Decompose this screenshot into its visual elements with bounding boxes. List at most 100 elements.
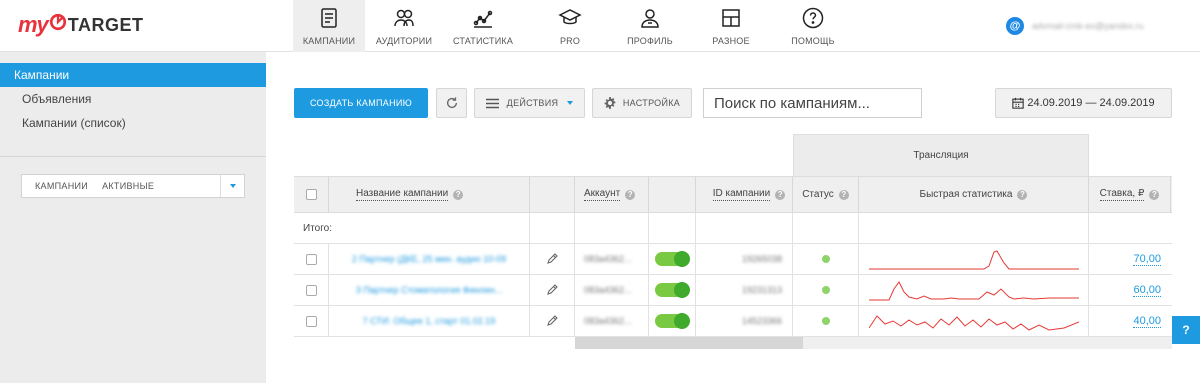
header-id-label: ID кампании — [712, 188, 771, 201]
row-select-cell — [294, 306, 329, 336]
table-row[interactable]: 7 СТИ: Общее 1, старт 01.02.19 083a4362.… — [294, 306, 1172, 337]
header-account[interactable]: Аккаунт? — [575, 177, 649, 212]
account-menu[interactable]: @ advmail-cmk-ex@yandex.ru — [1006, 17, 1144, 35]
totals-row: Итого: — [294, 213, 1172, 244]
nav-campaigns[interactable]: КАМПАНИИ — [293, 0, 365, 52]
totals-label: Итого: — [303, 222, 332, 234]
toggle-cell — [649, 306, 696, 336]
help-icon[interactable]: ? — [838, 189, 849, 200]
quick-stats-cell — [859, 275, 1089, 305]
broadcast-group-label: Трансляция — [913, 150, 969, 161]
calendar-icon — [1012, 97, 1025, 109]
table-row[interactable]: 3 Партнер Стоматология Финлин... 083a436… — [294, 275, 1172, 306]
nav-pro[interactable]: PRO — [531, 0, 609, 52]
pencil-icon[interactable] — [546, 315, 558, 327]
actions-label: ДЕЙСТВИЯ — [506, 98, 559, 108]
profile-icon — [641, 9, 659, 28]
help-icon[interactable]: ? — [453, 189, 464, 200]
header-rate[interactable]: Ставка, ₽? — [1089, 177, 1171, 212]
nav-statistics[interactable]: СТАТИСТИКА — [443, 0, 523, 52]
nav-audiences-label: АУДИТОРИИ — [375, 36, 433, 46]
date-range-picker[interactable]: 24.09.2019 — 24.09.2019 — [995, 88, 1172, 118]
nav-misc[interactable]: РАЗНОЕ — [691, 0, 771, 52]
gear-icon — [604, 97, 616, 109]
help-floating-button[interactable]: ? — [1172, 316, 1200, 344]
nav-profile[interactable]: ПРОФИЛЬ — [609, 0, 691, 52]
pencil-icon[interactable] — [546, 253, 558, 265]
campaign-name-cell: 7 СТИ: Общее 1, старт 01.02.19 — [329, 306, 530, 336]
refresh-button[interactable] — [436, 88, 467, 118]
main-nav: КАМПАНИИ АУДИТОРИИ СТАТИСТИКА PRO ПРОФИЛ… — [293, 0, 855, 52]
header-rate-label: Ставка, ₽ — [1099, 188, 1145, 201]
settings-button[interactable]: НАСТРОЙКА — [592, 88, 692, 118]
settings-label: НАСТРОЙКА — [622, 98, 681, 108]
header-toggle — [649, 177, 696, 212]
rate-value[interactable]: 70,00 — [1133, 253, 1161, 266]
help-icon[interactable]: ? — [775, 189, 786, 200]
campaign-active-toggle[interactable] — [655, 313, 690, 329]
totals-empty-cell — [530, 213, 575, 243]
row-checkbox[interactable] — [305, 315, 317, 327]
header-status: Статус? — [793, 177, 859, 212]
sparkline-chart[interactable] — [868, 277, 1079, 303]
totals-empty-cell — [649, 213, 696, 243]
campaign-name-cell: 3 Партнер Стоматология Финлин... — [329, 275, 530, 305]
sidebar-item-ads[interactable]: Объявления — [0, 87, 266, 111]
totals-empty-cell — [793, 213, 859, 243]
nav-help-label: ПОМОЩЬ — [791, 36, 835, 46]
sidebar-item-campaigns[interactable]: Кампании — [0, 63, 266, 87]
account-cell: 083a4362... — [575, 275, 649, 305]
nav-help[interactable]: ПОМОЩЬ — [771, 0, 855, 52]
id-cell: 19265038 — [696, 244, 793, 274]
nav-profile-label: ПРОФИЛЬ — [627, 36, 673, 46]
campaign-id: 19231313 — [741, 285, 782, 295]
edit-cell — [530, 306, 575, 336]
help-icon[interactable]: ? — [1017, 189, 1028, 200]
filter-dropdown-toggle[interactable] — [220, 175, 244, 197]
table-row[interactable]: 2 Партнер (ДКЕ, 25 мин. аудио 10-09 083a… — [294, 244, 1172, 275]
header-id[interactable]: ID кампании? — [696, 177, 793, 212]
account-cell: 083a4362... — [575, 244, 649, 274]
help-icon[interactable]: ? — [1149, 189, 1160, 200]
campaign-active-toggle[interactable] — [655, 251, 690, 267]
account-cell: 083a4362... — [575, 306, 649, 336]
campaign-name-link[interactable]: 2 Партнер (ДКЕ, 25 мин. аудио 10-09 — [352, 254, 506, 264]
header-quick-stats: Быстрая статистика? — [859, 177, 1089, 212]
create-campaign-button[interactable]: СОЗДАТЬ КАМПАНИЮ — [294, 88, 428, 118]
rate-value[interactable]: 60,00 — [1133, 284, 1161, 297]
campaign-id: 14523366 — [741, 316, 782, 326]
help-icon — [802, 7, 824, 29]
mytarget-logo[interactable]: my TARGET — [18, 12, 143, 38]
row-checkbox[interactable] — [305, 284, 317, 296]
select-all-cell — [294, 177, 329, 212]
account-value: 083a4362... — [584, 285, 632, 295]
scrollbar-thumb[interactable] — [575, 337, 803, 349]
table-horizontal-scrollbar[interactable] — [575, 337, 1172, 349]
sidebar-item-campaigns-list[interactable]: Кампании (список) — [0, 111, 266, 135]
quick-stats-cell — [859, 244, 1089, 274]
row-checkbox[interactable] — [305, 253, 317, 265]
campaign-name-link[interactable]: 7 СТИ: Общее 1, старт 01.02.19 — [363, 316, 496, 326]
sparkline-chart[interactable] — [868, 246, 1079, 272]
refresh-icon — [446, 97, 457, 108]
status-active-dot — [821, 317, 830, 325]
top-bar: my TARGET КАМПАНИИ АУДИТОРИИ СТАТИСТИКА … — [0, 0, 1200, 52]
campaign-active-toggle[interactable] — [655, 282, 690, 298]
id-cell: 19231313 — [696, 275, 793, 305]
pro-icon — [558, 9, 582, 25]
filter-type-label: КАМПАНИИ — [35, 181, 89, 191]
campaign-filter-select[interactable]: КАМПАНИИ АКТИВНЫЕ — [21, 174, 245, 198]
actions-button[interactable]: ДЕЙСТВИЯ — [474, 88, 585, 118]
account-email: advmail-cmk-ex@yandex.ru — [1032, 21, 1144, 31]
campaign-search-input[interactable] — [703, 88, 922, 118]
sparkline-chart[interactable] — [868, 308, 1079, 334]
audiences-icon — [394, 9, 414, 27]
rate-value[interactable]: 40,00 — [1133, 315, 1161, 328]
nav-audiences[interactable]: АУДИТОРИИ — [365, 0, 443, 52]
select-all-checkbox[interactable] — [305, 189, 317, 200]
totals-empty-cell — [859, 213, 1089, 243]
pencil-icon[interactable] — [546, 284, 558, 296]
header-name[interactable]: Название кампании? — [329, 177, 530, 212]
campaign-name-link[interactable]: 3 Партнер Стоматология Финлин... — [356, 285, 502, 295]
help-icon[interactable]: ? — [625, 189, 636, 200]
